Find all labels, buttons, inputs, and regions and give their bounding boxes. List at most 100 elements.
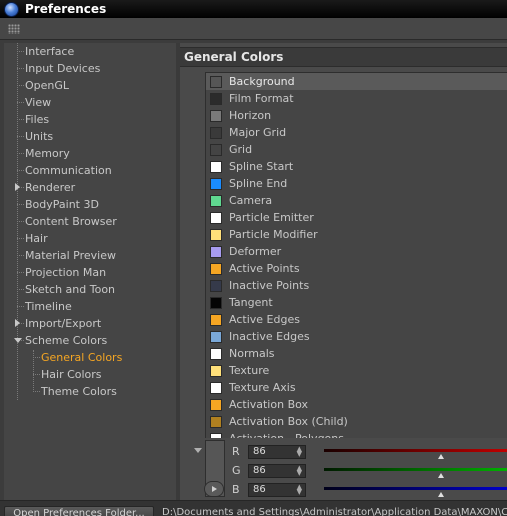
color-item-label: Active Points <box>229 262 300 275</box>
stepper-icon[interactable]: ▲ ▼ <box>297 483 302 495</box>
color-swatch[interactable] <box>210 262 222 275</box>
red-slider-thumb[interactable] <box>438 453 444 459</box>
sidebar-item-label: Communication <box>25 164 112 177</box>
color-list-item[interactable]: Activation Box <box>206 396 507 413</box>
stepper-icon[interactable]: ▲ ▼ <box>297 445 302 457</box>
sidebar-item[interactable]: Communication <box>4 162 176 179</box>
sidebar-item[interactable]: View <box>4 94 176 111</box>
sidebar-item[interactable]: OpenGL <box>4 77 176 94</box>
sidebar-item[interactable]: Content Browser <box>4 213 176 230</box>
color-list-item[interactable]: Texture <box>206 362 507 379</box>
color-list-item[interactable]: Spline Start <box>206 158 507 175</box>
sidebar-item[interactable]: Hair <box>4 230 176 247</box>
preferences-path: D:\Documents and Settings\Administrator\… <box>162 507 507 516</box>
tree-guide-line <box>17 221 24 222</box>
sidebar-item[interactable]: Projection Man <box>4 264 176 281</box>
green-value-field[interactable]: 86 ▲ ▼ <box>248 463 306 478</box>
sidebar-item[interactable]: General Colors <box>4 349 176 366</box>
color-list-item[interactable]: Grid <box>206 141 507 158</box>
color-list-item[interactable]: Active Points <box>206 260 507 277</box>
blue-value-field[interactable]: 86 ▲ ▼ <box>248 482 306 497</box>
color-swatch[interactable] <box>210 364 222 377</box>
color-swatch[interactable] <box>210 279 222 292</box>
color-swatch[interactable] <box>210 92 222 105</box>
sidebar-item[interactable]: Material Preview <box>4 247 176 264</box>
color-swatch[interactable] <box>210 143 222 156</box>
sidebar-item[interactable]: Files <box>4 111 176 128</box>
color-swatch[interactable] <box>210 160 222 173</box>
grip-icon[interactable] <box>8 24 20 34</box>
color-swatch[interactable] <box>210 296 222 309</box>
color-item-label: Deformer <box>229 245 282 258</box>
collapse-icon[interactable] <box>194 448 202 453</box>
sidebar-item[interactable]: Scheme Colors <box>4 332 176 349</box>
color-swatch[interactable] <box>210 245 222 258</box>
color-swatch[interactable] <box>210 228 222 241</box>
color-list-item[interactable]: Normals <box>206 345 507 362</box>
expand-arrow-icon[interactable] <box>15 183 20 191</box>
red-slider[interactable] <box>324 446 507 459</box>
sidebar-item[interactable]: Import/Export <box>4 315 176 332</box>
sidebar-item[interactable]: BodyPaint 3D <box>4 196 176 213</box>
color-swatch[interactable] <box>210 177 222 190</box>
color-swatch[interactable] <box>210 347 222 360</box>
red-value: 86 <box>253 446 266 457</box>
color-list-item[interactable]: Tangent <box>206 294 507 311</box>
sidebar-item-label: Input Devices <box>25 62 101 75</box>
color-list-item[interactable]: Background <box>206 73 507 90</box>
sidebar-item[interactable]: Renderer <box>4 179 176 196</box>
sidebar-item[interactable]: Memory <box>4 145 176 162</box>
tree-guide-line <box>33 357 40 358</box>
sidebar-item[interactable]: Timeline <box>4 298 176 315</box>
color-swatch[interactable] <box>210 126 222 139</box>
color-list-item[interactable]: Spline End <box>206 175 507 192</box>
sidebar-item[interactable]: Hair Colors <box>4 366 176 383</box>
green-slider-thumb[interactable] <box>438 472 444 478</box>
color-list-item[interactable]: Activation - Polygons <box>206 430 507 438</box>
sidebar-item-label: View <box>25 96 52 109</box>
blue-slider[interactable] <box>324 484 507 497</box>
red-value-field[interactable]: 86 ▲ ▼ <box>248 444 306 459</box>
color-list-item[interactable]: Texture Axis <box>206 379 507 396</box>
play-button[interactable] <box>204 481 224 497</box>
color-list-item[interactable]: Particle Emitter <box>206 209 507 226</box>
color-list-item[interactable]: Horizon <box>206 107 507 124</box>
stepper-icon[interactable]: ▲ ▼ <box>297 464 302 476</box>
color-swatch[interactable] <box>210 194 222 207</box>
color-list-item[interactable]: Major Grid <box>206 124 507 141</box>
color-swatch[interactable] <box>210 381 222 394</box>
color-list-item[interactable]: Inactive Points <box>206 277 507 294</box>
color-item-label: Normals <box>229 347 275 360</box>
color-list-item[interactable]: Film Format <box>206 90 507 107</box>
green-slider[interactable] <box>324 465 507 478</box>
color-list-item[interactable]: Activation Box (Child) <box>206 413 507 430</box>
sidebar-item[interactable]: Units <box>4 128 176 145</box>
color-list-item[interactable]: Particle Modifier <box>206 226 507 243</box>
color-swatch[interactable] <box>210 313 222 326</box>
color-swatch[interactable] <box>210 415 222 428</box>
sidebar-item[interactable]: Interface <box>4 43 176 60</box>
color-swatch[interactable] <box>210 330 222 343</box>
sidebar-item[interactable]: Sketch and Toon <box>4 281 176 298</box>
color-item-label: Inactive Points <box>229 279 310 292</box>
green-slider-track <box>324 467 507 471</box>
color-list-item[interactable]: Inactive Edges <box>206 328 507 345</box>
color-list-item[interactable]: Active Edges <box>206 311 507 328</box>
color-list-item[interactable]: Camera <box>206 192 507 209</box>
color-swatch[interactable] <box>210 109 222 122</box>
color-swatch[interactable] <box>210 211 222 224</box>
open-preferences-folder-button[interactable]: Open Preferences Folder... <box>4 506 154 516</box>
color-list-item[interactable]: Deformer <box>206 243 507 260</box>
color-swatch[interactable] <box>210 398 222 411</box>
sidebar-item[interactable]: Theme Colors <box>4 383 176 400</box>
blue-value: 86 <box>253 484 266 495</box>
collapse-arrow-icon[interactable] <box>14 338 22 343</box>
color-swatch[interactable] <box>210 432 222 438</box>
color-item-label: Spline Start <box>229 160 294 173</box>
expand-arrow-icon[interactable] <box>15 319 20 327</box>
color-swatch[interactable] <box>210 75 222 88</box>
blue-label: B <box>232 483 240 496</box>
sidebar-item-label: BodyPaint 3D <box>25 198 99 211</box>
blue-slider-thumb[interactable] <box>438 491 444 497</box>
sidebar-item[interactable]: Input Devices <box>4 60 176 77</box>
